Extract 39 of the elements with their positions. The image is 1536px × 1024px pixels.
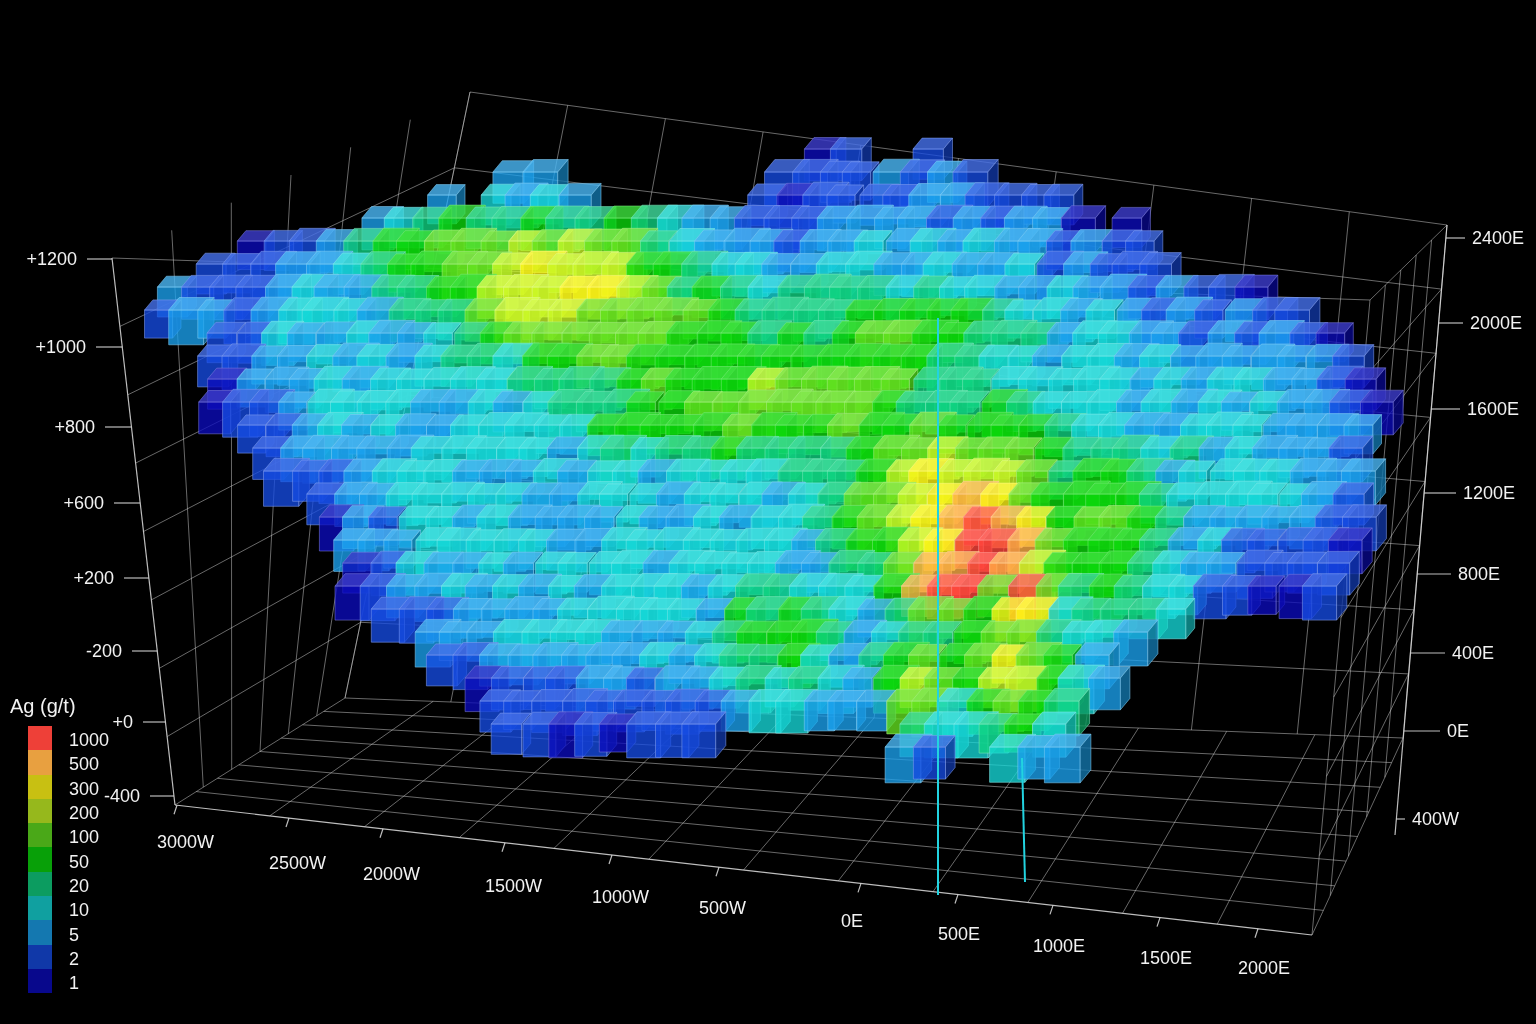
axis-tick-label: +1000 xyxy=(35,337,86,357)
axis-tick-label: 1000W xyxy=(592,887,650,907)
legend-label: 5 xyxy=(69,923,79,945)
legend-title: Ag (g/t) xyxy=(10,694,77,718)
axis-tick-label: -400 xyxy=(103,786,140,806)
legend-label: 50 xyxy=(69,850,90,872)
axis-tick-label: 2400E xyxy=(1472,228,1525,248)
legend-label: 20 xyxy=(69,874,90,896)
axis-tick-label: 2000E xyxy=(1238,958,1291,978)
legend-label: 1000 xyxy=(69,729,110,751)
axis-tick-label: 1500W xyxy=(485,876,543,896)
axis-tick-label: 500E xyxy=(938,924,981,944)
legend-label: 10 xyxy=(69,899,90,921)
axis-tick-label: 2500W xyxy=(269,853,327,873)
axis-tick-label: +200 xyxy=(73,568,114,588)
axis-tick-label: 1200E xyxy=(1463,483,1516,503)
axis-tick-label: 800E xyxy=(1458,564,1501,584)
axis-tick-label: 0E xyxy=(841,911,864,931)
legend-label: 2 xyxy=(69,947,79,969)
axis-tick-label: 0E xyxy=(1447,721,1470,741)
legend-label: 200 xyxy=(69,802,100,824)
legend-label: 500 xyxy=(69,753,100,775)
axis-tick-label: 400W xyxy=(1412,809,1460,829)
axis-tick-label: 2000E xyxy=(1470,313,1523,333)
axis-tick-label: 400E xyxy=(1452,643,1495,663)
axis-tick-label: 500W xyxy=(699,898,747,918)
axis-tick-label: +1200 xyxy=(26,249,77,269)
legend-label: 100 xyxy=(69,826,100,848)
axis-tick-label: 1500E xyxy=(1140,948,1193,968)
axis-tick-label: 1600E xyxy=(1467,399,1520,419)
axis-tick-label: +800 xyxy=(54,417,95,437)
axis-tick-label: 2000W xyxy=(363,864,421,884)
legend-label: 300 xyxy=(69,777,100,799)
legend-label: 1 xyxy=(69,972,79,994)
axis-tick-label: 3000W xyxy=(157,832,215,852)
axis-tick-label: +600 xyxy=(63,493,104,513)
axis-tick-label: 1000E xyxy=(1033,936,1086,956)
axis-tick-label: -200 xyxy=(85,641,122,661)
axis-tick-label: +0 xyxy=(112,712,133,732)
